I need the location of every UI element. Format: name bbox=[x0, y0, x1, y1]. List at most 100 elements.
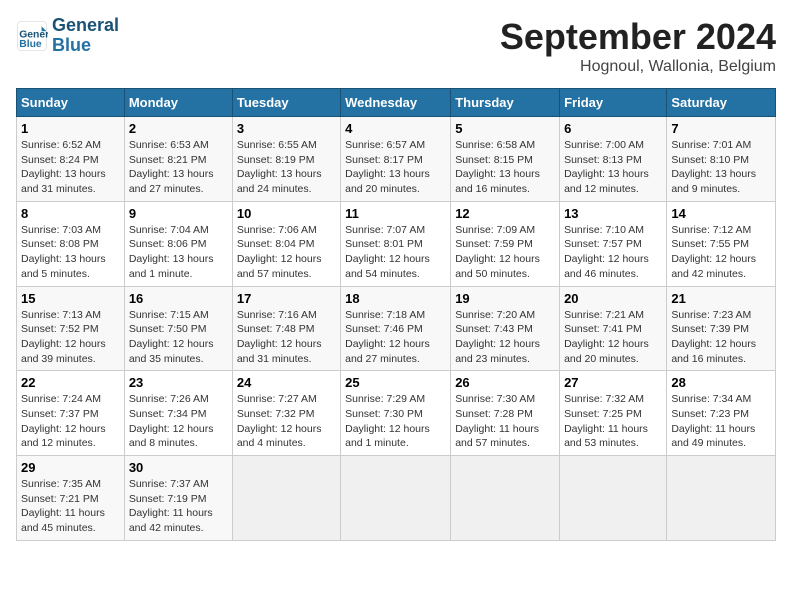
header-monday: Monday bbox=[124, 89, 232, 117]
day-cell: 5 Sunrise: 6:58 AM Sunset: 8:15 PM Daylig… bbox=[451, 117, 560, 202]
day-number: 27 bbox=[564, 375, 662, 390]
day-number: 18 bbox=[345, 291, 446, 306]
logo: General Blue General Blue bbox=[16, 16, 119, 56]
day-number: 15 bbox=[21, 291, 120, 306]
day-detail: Sunrise: 7:13 AM Sunset: 7:52 PM Dayligh… bbox=[21, 308, 120, 367]
svg-text:Blue: Blue bbox=[19, 39, 42, 50]
day-number: 30 bbox=[129, 460, 228, 475]
day-number: 11 bbox=[345, 206, 446, 221]
day-cell: 10 Sunrise: 7:06 AM Sunset: 8:04 PM Dayli… bbox=[232, 201, 340, 286]
day-number: 28 bbox=[671, 375, 771, 390]
day-detail: Sunrise: 6:53 AM Sunset: 8:21 PM Dayligh… bbox=[129, 138, 228, 197]
day-detail: Sunrise: 7:15 AM Sunset: 7:50 PM Dayligh… bbox=[129, 308, 228, 367]
day-number: 26 bbox=[455, 375, 555, 390]
day-cell: 1 Sunrise: 6:52 AM Sunset: 8:24 PM Daylig… bbox=[17, 117, 125, 202]
day-cell: 18 Sunrise: 7:18 AM Sunset: 7:46 PM Dayli… bbox=[341, 286, 451, 371]
day-cell bbox=[451, 456, 560, 541]
day-detail: Sunrise: 7:23 AM Sunset: 7:39 PM Dayligh… bbox=[671, 308, 771, 367]
day-cell: 26 Sunrise: 7:30 AM Sunset: 7:28 PM Dayli… bbox=[451, 371, 560, 456]
day-number: 2 bbox=[129, 121, 228, 136]
day-detail: Sunrise: 7:24 AM Sunset: 7:37 PM Dayligh… bbox=[21, 392, 120, 451]
day-cell: 17Sunrise: 7:16 AM Sunset: 7:48 PM Dayli… bbox=[232, 286, 340, 371]
calendar-subtitle: Hognoul, Wallonia, Belgium bbox=[500, 58, 776, 76]
day-cell: 6Sunrise: 7:00 AM Sunset: 8:13 PM Daylig… bbox=[560, 117, 667, 202]
day-cell: 21 Sunrise: 7:23 AM Sunset: 7:39 PM Dayli… bbox=[667, 286, 776, 371]
day-detail: Sunrise: 7:04 AM Sunset: 8:06 PM Dayligh… bbox=[129, 223, 228, 282]
day-detail: Sunrise: 7:26 AM Sunset: 7:34 PM Dayligh… bbox=[129, 392, 228, 451]
title-block: September 2024 Hognoul, Wallonia, Belgiu… bbox=[500, 16, 776, 76]
day-cell: 29 Sunrise: 7:35 AM Sunset: 7:21 PM Dayli… bbox=[17, 456, 125, 541]
day-cell: 15 Sunrise: 7:13 AM Sunset: 7:52 PM Dayli… bbox=[17, 286, 125, 371]
day-cell bbox=[667, 456, 776, 541]
day-cell: 16 Sunrise: 7:15 AM Sunset: 7:50 PM Dayli… bbox=[124, 286, 232, 371]
day-cell: 8Sunrise: 7:03 AM Sunset: 8:08 PM Daylig… bbox=[17, 201, 125, 286]
week-row-2: 8Sunrise: 7:03 AM Sunset: 8:08 PM Daylig… bbox=[17, 201, 776, 286]
day-cell: 11 Sunrise: 7:07 AM Sunset: 8:01 PM Dayli… bbox=[341, 201, 451, 286]
day-detail: Sunrise: 7:10 AM Sunset: 7:57 PM Dayligh… bbox=[564, 223, 662, 282]
day-cell: 28 Sunrise: 7:34 AM Sunset: 7:23 PM Dayli… bbox=[667, 371, 776, 456]
day-cell: 30 Sunrise: 7:37 AM Sunset: 7:19 PM Dayli… bbox=[124, 456, 232, 541]
day-detail: Sunrise: 6:52 AM Sunset: 8:24 PM Dayligh… bbox=[21, 138, 120, 197]
day-cell: 12 Sunrise: 7:09 AM Sunset: 7:59 PM Dayli… bbox=[451, 201, 560, 286]
day-detail: Sunrise: 7:27 AM Sunset: 7:32 PM Dayligh… bbox=[237, 392, 336, 451]
day-detail: Sunrise: 6:55 AM Sunset: 8:19 PM Dayligh… bbox=[237, 138, 336, 197]
day-number: 7 bbox=[671, 121, 771, 136]
header-tuesday: Tuesday bbox=[232, 89, 340, 117]
day-detail: Sunrise: 7:37 AM Sunset: 7:19 PM Dayligh… bbox=[129, 477, 228, 536]
day-cell: 2 Sunrise: 6:53 AM Sunset: 8:21 PM Daylig… bbox=[124, 117, 232, 202]
day-detail: Sunrise: 7:06 AM Sunset: 8:04 PM Dayligh… bbox=[237, 223, 336, 282]
day-number: 4 bbox=[345, 121, 446, 136]
day-number: 6 bbox=[564, 121, 662, 136]
day-cell bbox=[341, 456, 451, 541]
day-number: 21 bbox=[671, 291, 771, 306]
week-row-5: 29 Sunrise: 7:35 AM Sunset: 7:21 PM Dayli… bbox=[17, 456, 776, 541]
day-cell: 19 Sunrise: 7:20 AM Sunset: 7:43 PM Dayli… bbox=[451, 286, 560, 371]
day-detail: Sunrise: 7:07 AM Sunset: 8:01 PM Dayligh… bbox=[345, 223, 446, 282]
day-detail: Sunrise: 7:18 AM Sunset: 7:46 PM Dayligh… bbox=[345, 308, 446, 367]
header-sunday: Sunday bbox=[17, 89, 125, 117]
header-saturday: Saturday bbox=[667, 89, 776, 117]
day-detail: Sunrise: 7:09 AM Sunset: 7:59 PM Dayligh… bbox=[455, 223, 555, 282]
day-number: 3 bbox=[237, 121, 336, 136]
day-detail: Sunrise: 7:12 AM Sunset: 7:55 PM Dayligh… bbox=[671, 223, 771, 282]
logo-text: General Blue bbox=[52, 16, 119, 56]
day-detail: Sunrise: 6:57 AM Sunset: 8:17 PM Dayligh… bbox=[345, 138, 446, 197]
day-cell: 14Sunrise: 7:12 AM Sunset: 7:55 PM Dayli… bbox=[667, 201, 776, 286]
day-number: 9 bbox=[129, 206, 228, 221]
day-cell: 23 Sunrise: 7:26 AM Sunset: 7:34 PM Dayli… bbox=[124, 371, 232, 456]
day-number: 29 bbox=[21, 460, 120, 475]
day-cell: 27 Sunrise: 7:32 AM Sunset: 7:25 PM Dayli… bbox=[560, 371, 667, 456]
day-number: 1 bbox=[21, 121, 120, 136]
day-detail: Sunrise: 7:30 AM Sunset: 7:28 PM Dayligh… bbox=[455, 392, 555, 451]
header-thursday: Thursday bbox=[451, 89, 560, 117]
day-detail: Sunrise: 7:32 AM Sunset: 7:25 PM Dayligh… bbox=[564, 392, 662, 451]
day-detail: Sunrise: 7:01 AM Sunset: 8:10 PM Dayligh… bbox=[671, 138, 771, 197]
header: General Blue General Blue September 2024… bbox=[16, 16, 776, 76]
day-cell: 4 Sunrise: 6:57 AM Sunset: 8:17 PM Daylig… bbox=[341, 117, 451, 202]
day-cell: 25Sunrise: 7:29 AM Sunset: 7:30 PM Dayli… bbox=[341, 371, 451, 456]
days-header-row: SundayMondayTuesdayWednesdayThursdayFrid… bbox=[17, 89, 776, 117]
day-detail: Sunrise: 6:58 AM Sunset: 8:15 PM Dayligh… bbox=[455, 138, 555, 197]
day-number: 5 bbox=[455, 121, 555, 136]
day-detail: Sunrise: 7:34 AM Sunset: 7:23 PM Dayligh… bbox=[671, 392, 771, 451]
day-detail: Sunrise: 7:35 AM Sunset: 7:21 PM Dayligh… bbox=[21, 477, 120, 536]
day-number: 19 bbox=[455, 291, 555, 306]
header-friday: Friday bbox=[560, 89, 667, 117]
day-number: 16 bbox=[129, 291, 228, 306]
day-number: 10 bbox=[237, 206, 336, 221]
day-number: 17 bbox=[237, 291, 336, 306]
logo-icon: General Blue bbox=[16, 20, 48, 52]
day-number: 8 bbox=[21, 206, 120, 221]
header-wednesday: Wednesday bbox=[341, 89, 451, 117]
day-number: 12 bbox=[455, 206, 555, 221]
day-cell: 22Sunrise: 7:24 AM Sunset: 7:37 PM Dayli… bbox=[17, 371, 125, 456]
day-cell bbox=[560, 456, 667, 541]
day-cell: 20Sunrise: 7:21 AM Sunset: 7:41 PM Dayli… bbox=[560, 286, 667, 371]
day-number: 13 bbox=[564, 206, 662, 221]
day-cell: 13 Sunrise: 7:10 AM Sunset: 7:57 PM Dayli… bbox=[560, 201, 667, 286]
calendar-table: SundayMondayTuesdayWednesdayThursdayFrid… bbox=[16, 88, 776, 541]
day-detail: Sunrise: 7:20 AM Sunset: 7:43 PM Dayligh… bbox=[455, 308, 555, 367]
day-detail: Sunrise: 7:29 AM Sunset: 7:30 PM Dayligh… bbox=[345, 392, 446, 451]
day-number: 23 bbox=[129, 375, 228, 390]
week-row-1: 1 Sunrise: 6:52 AM Sunset: 8:24 PM Daylig… bbox=[17, 117, 776, 202]
